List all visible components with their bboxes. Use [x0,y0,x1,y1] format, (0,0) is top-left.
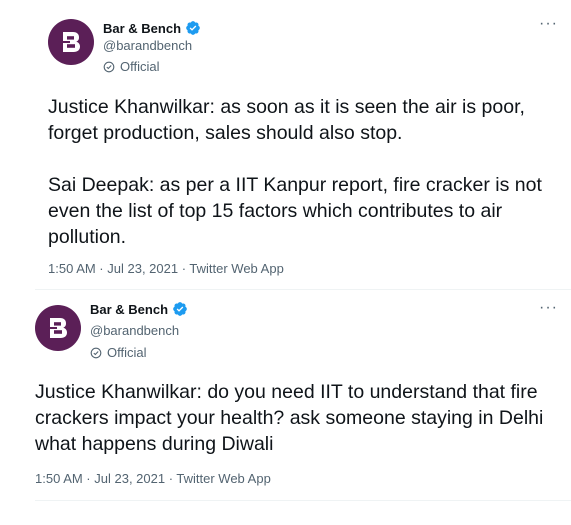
user-handle[interactable]: @barandbench [90,323,179,338]
user-handle[interactable]: @barandbench [103,38,192,53]
bar-and-bench-logo-icon [61,32,80,52]
official-label: Official [107,345,147,360]
display-name[interactable]: Bar & Bench [90,302,168,317]
avatar[interactable] [48,19,94,65]
display-name[interactable]: Bar & Bench [103,21,181,36]
tweet-timestamp[interactable]: 1:50 AM · Jul 23, 2021 · Twitter Web App [35,471,271,486]
tweet-text: Justice Khanwilkar: do you need IIT to u… [35,379,555,457]
tweet-paragraph: Justice Khanwilkar: do you need IIT to u… [35,381,544,455]
more-options-icon[interactable]: ··· [539,299,558,317]
tweet[interactable]: Bar & Bench @barandbench Official ··· Ju… [0,290,571,525]
official-label-icon [90,347,102,358]
avatar[interactable] [35,305,81,351]
tweet-text: Justice Khanwilkar: as soon as it is see… [48,94,563,250]
divider [35,500,571,501]
verified-badge-icon [186,21,200,35]
more-options-icon[interactable]: ··· [539,15,558,33]
tweet-paragraph: Sai Deepak: as per a IIT Kanpur report, … [48,174,542,248]
verified-badge-icon [173,302,187,316]
official-label: Official [120,59,160,74]
tweet-paragraph: Justice Khanwilkar: as soon as it is see… [48,96,525,144]
official-label-icon [103,61,115,72]
tweet[interactable]: Bar & Bench @barandbench Official ··· Ju… [0,0,571,290]
bar-and-bench-logo-icon [48,318,67,338]
tweet-timestamp[interactable]: 1:50 AM · Jul 23, 2021 · Twitter Web App [48,261,284,276]
